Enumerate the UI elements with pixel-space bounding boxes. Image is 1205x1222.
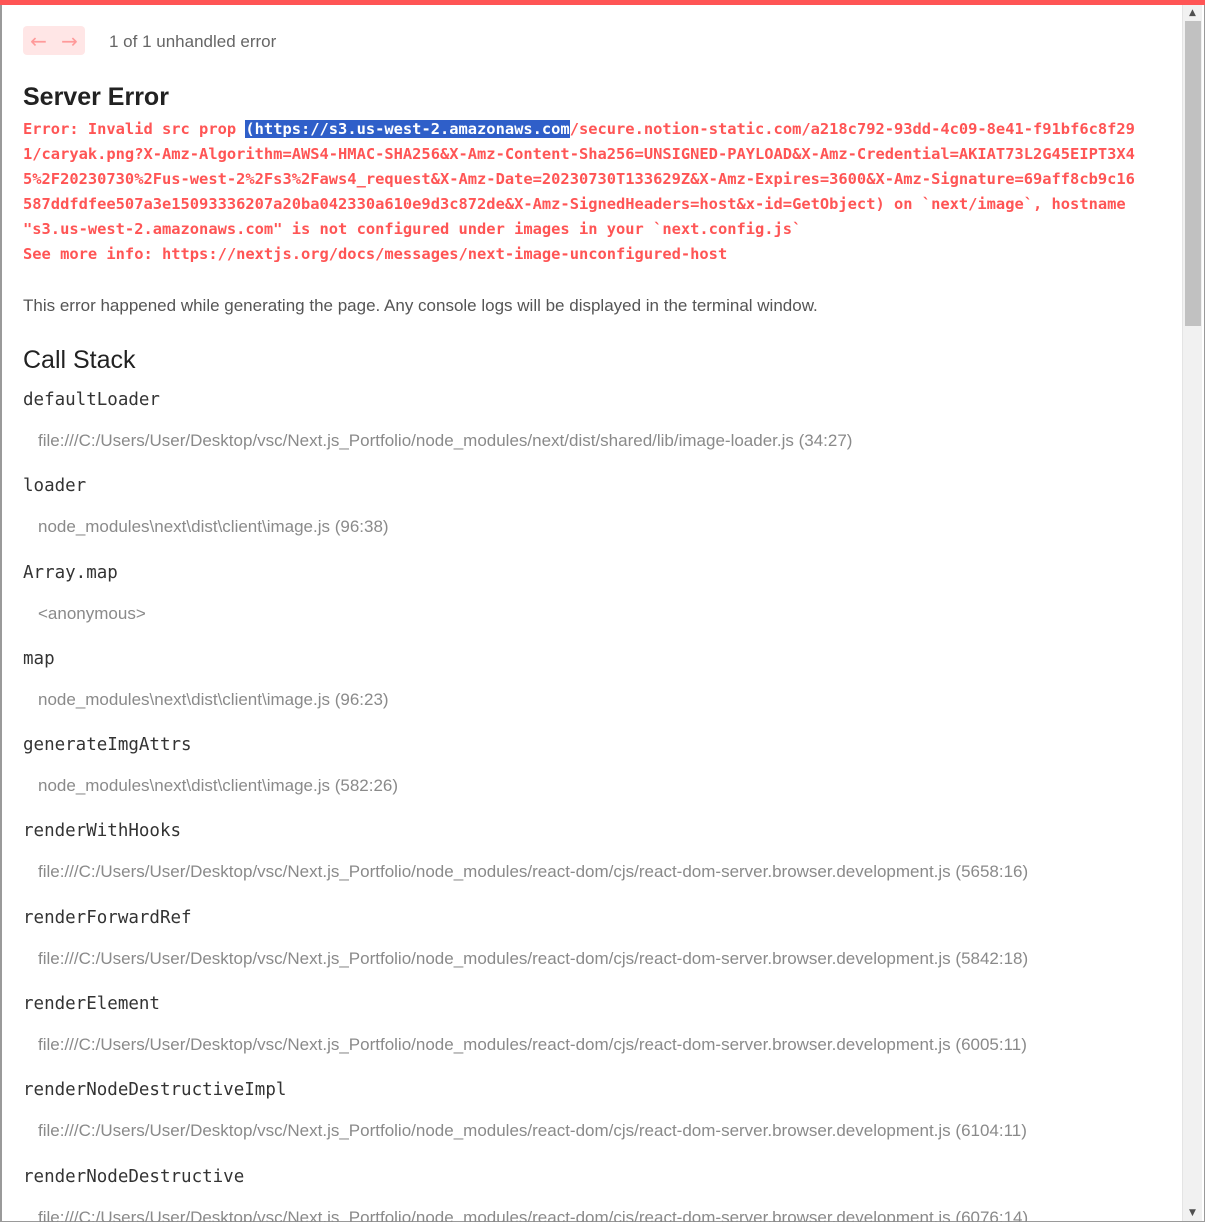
call-stack-frame[interactable]: Array.map <anonymous> (23, 563, 1173, 649)
call-stack-title: Call Stack (23, 346, 136, 374)
call-stack-frame[interactable]: renderElement file:///C:/Users/User/Deskt… (23, 994, 1173, 1080)
frame-function-name: renderForwardRef (23, 907, 192, 928)
frame-location: <anonymous> (38, 603, 146, 623)
frame-function-name: renderElement (23, 994, 160, 1015)
call-stack-frame[interactable]: renderWithHooks file:///C:/Users/User/Des… (23, 821, 1173, 907)
frame-function-name: generateImgAttrs (23, 735, 192, 756)
frame-function-name: renderWithHooks (23, 821, 182, 842)
more-info-line: See more info: https://nextjs.org/docs/m… (23, 245, 728, 263)
call-stack-frame[interactable]: renderNodeDestructive file:///C:/Users/Us… (23, 1167, 1173, 1222)
frame-location: file:///C:/Users/User/Desktop/vsc/Next.j… (38, 1121, 1027, 1141)
frame-location: file:///C:/Users/User/Desktop/vsc/Next.j… (38, 431, 853, 450)
scrollbar-thumb[interactable] (1185, 21, 1201, 326)
vertical-scrollbar[interactable]: ▲ ▼ (1182, 5, 1202, 1221)
arrow-right-icon: → (61, 28, 78, 53)
frame-location: file:///C:/Users/User/Desktop/vsc/Next.j… (38, 948, 1029, 968)
call-stack-frame[interactable]: renderNodeDestructiveImpl file:///C:/User… (23, 1080, 1173, 1166)
frame-function-name: renderNodeDestructiveImpl (23, 1080, 287, 1101)
frame-location: file:///C:/Users/User/Desktop/vsc/Next.j… (38, 1207, 1029, 1222)
next-error-button[interactable]: → (54, 26, 85, 55)
error-title: Server Error (23, 83, 169, 111)
error-note: This error happened while generating the… (23, 296, 818, 315)
call-stack-list: defaultLoader file:///C:/Users/User/Deskt… (23, 390, 1173, 1222)
arrow-left-icon: ← (30, 28, 47, 53)
scroll-up-icon[interactable]: ▲ (1183, 6, 1202, 20)
frame-function-name: defaultLoader (23, 390, 160, 410)
call-stack-frame[interactable]: loader node_modules\next\dist\client\imag… (23, 476, 1173, 562)
error-overlay-content: ← → 1 of 1 unhandled error Server Error … (23, 5, 1173, 1222)
error-message[interactable]: Error: Invalid src prop (https://s3.us-w… (23, 117, 1143, 267)
call-stack-frame[interactable]: renderForwardRef file:///C:/Users/User/De… (23, 908, 1173, 994)
call-stack-frame[interactable]: map node_modules\next\dist\client\image.j… (23, 649, 1173, 735)
frame-function-name: loader (23, 476, 87, 497)
frame-location: node_modules\next\dist\client\image.js (… (38, 517, 389, 537)
frame-function-name: map (23, 648, 55, 669)
scroll-down-icon[interactable]: ▼ (1183, 1206, 1202, 1220)
selected-text: (https://s3.us-west-2.amazonaws.com (245, 120, 570, 138)
error-message-prefix: Error: Invalid src prop (23, 120, 246, 138)
error-nav-buttons: ← → (23, 26, 85, 55)
frame-location: file:///C:/Users/User/Desktop/vsc/Next.j… (38, 1035, 1027, 1055)
error-count-label: 1 of 1 unhandled error (109, 32, 277, 51)
call-stack-frame[interactable]: generateImgAttrs node_modules\next\dist\c… (23, 735, 1173, 821)
call-stack-frame[interactable]: defaultLoader file:///C:/Users/User/Deskt… (23, 390, 1173, 476)
frame-location: file:///C:/Users/User/Desktop/vsc/Next.j… (38, 862, 1029, 882)
frame-function-name: renderNodeDestructive (23, 1166, 245, 1187)
previous-error-button[interactable]: ← (23, 26, 54, 55)
error-pagination: ← → 1 of 1 unhandled error (23, 26, 623, 56)
frame-function-name: Array.map (23, 562, 118, 583)
frame-location: node_modules\next\dist\client\image.js (… (38, 689, 389, 709)
frame-location: node_modules\next\dist\client\image.js (… (38, 776, 399, 796)
